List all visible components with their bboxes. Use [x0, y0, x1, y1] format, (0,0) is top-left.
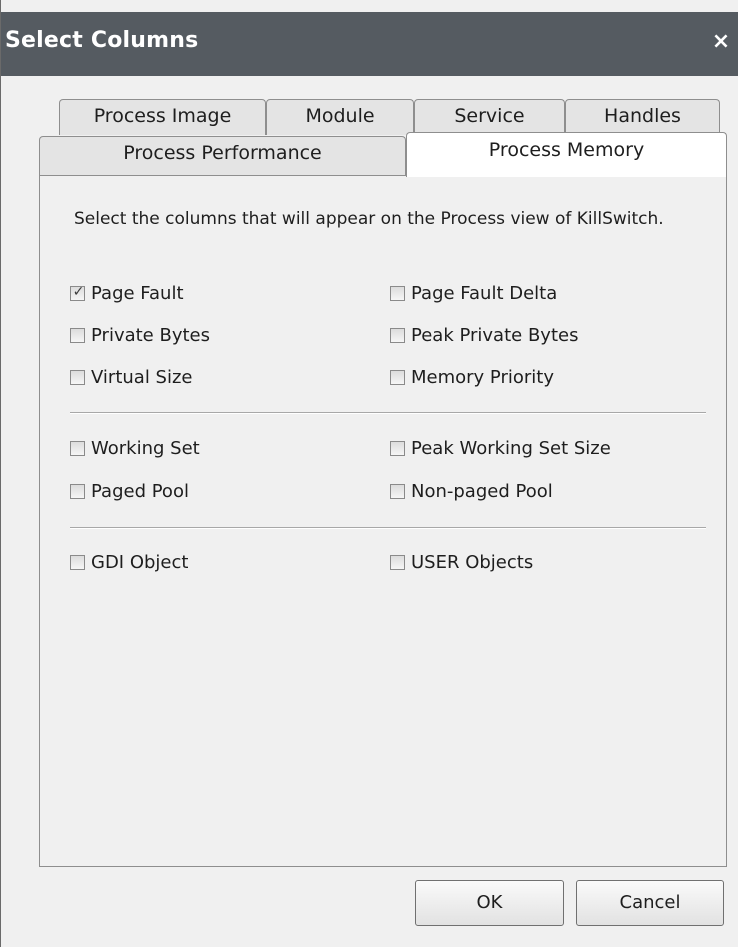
- checkbox-label: Peak Private Bytes: [411, 324, 579, 346]
- checkbox-label: Peak Working Set Size: [411, 437, 611, 459]
- checkbox-box[interactable]: ✓: [70, 283, 85, 301]
- tab-module[interactable]: Module: [266, 99, 414, 135]
- select-columns-dialog: Select Columns × Process Image Module Se…: [0, 0, 738, 947]
- tab-panel-process-memory: Select the columns that will appear on t…: [39, 175, 727, 867]
- tab-process-memory[interactable]: Process Memory: [406, 132, 727, 177]
- separator: [70, 412, 706, 414]
- checkbox-page-fault[interactable]: ✓ Page Fault: [70, 282, 184, 304]
- dialog-title: Select Columns: [5, 28, 199, 53]
- checkmark-icon: ✓: [72, 283, 85, 300]
- checkbox-label: Non-paged Pool: [411, 480, 553, 502]
- separator: [70, 527, 706, 529]
- checkbox-box[interactable]: [390, 327, 405, 343]
- checkbox-label: Page Fault Delta: [411, 282, 558, 304]
- checkbox-box[interactable]: [390, 369, 405, 385]
- checkbox-user-objects[interactable]: USER Objects: [390, 551, 533, 573]
- checkbox-private-bytes[interactable]: Private Bytes: [70, 324, 210, 346]
- checkbox-label: Paged Pool: [91, 480, 189, 502]
- checkbox-box[interactable]: [390, 554, 405, 570]
- checkbox-paged-pool[interactable]: Paged Pool: [70, 480, 189, 502]
- checkbox-box[interactable]: [70, 483, 85, 499]
- cancel-button[interactable]: Cancel: [576, 880, 724, 926]
- checkbox-page-fault-delta[interactable]: Page Fault Delta: [390, 282, 557, 304]
- checkbox-label: USER Objects: [411, 551, 534, 573]
- checkbox-box[interactable]: [70, 369, 85, 385]
- tab-process-image[interactable]: Process Image: [59, 99, 266, 135]
- checkbox-box[interactable]: [390, 483, 405, 499]
- checkbox-peak-working-set-size[interactable]: Peak Working Set Size: [390, 437, 611, 459]
- checkbox-working-set[interactable]: Working Set: [70, 437, 200, 459]
- checkbox-non-paged-pool[interactable]: Non-paged Pool: [390, 480, 553, 502]
- checkbox-box[interactable]: [70, 554, 85, 570]
- checkbox-label: Private Bytes: [91, 324, 210, 346]
- close-icon[interactable]: ×: [709, 30, 733, 54]
- checkbox-box[interactable]: [390, 285, 405, 301]
- checkbox-gdi-object[interactable]: GDI Object: [70, 551, 188, 573]
- tab-handles[interactable]: Handles: [565, 99, 720, 135]
- checkbox-label: Memory Priority: [411, 366, 554, 388]
- checkbox-label: Working Set: [91, 437, 200, 459]
- checkbox-memory-priority[interactable]: Memory Priority: [390, 366, 554, 388]
- checkbox-box[interactable]: [70, 440, 85, 456]
- tab-process-performance[interactable]: Process Performance: [39, 136, 406, 175]
- checkbox-box[interactable]: [70, 327, 85, 343]
- checkbox-peak-private-bytes[interactable]: Peak Private Bytes: [390, 324, 578, 346]
- checkbox-box[interactable]: [390, 440, 405, 456]
- tab-service[interactable]: Service: [414, 99, 565, 135]
- panel-content: Select the columns that will appear on t…: [44, 177, 722, 862]
- panel-description: Select the columns that will appear on t…: [74, 209, 664, 229]
- checkbox-label: Page Fault: [91, 282, 184, 304]
- title-bar: Select Columns ×: [1, 12, 738, 76]
- checkbox-label: GDI Object: [91, 551, 189, 573]
- ok-button[interactable]: OK: [415, 880, 564, 926]
- checkbox-label: Virtual Size: [91, 366, 193, 388]
- checkbox-virtual-size[interactable]: Virtual Size: [70, 366, 193, 388]
